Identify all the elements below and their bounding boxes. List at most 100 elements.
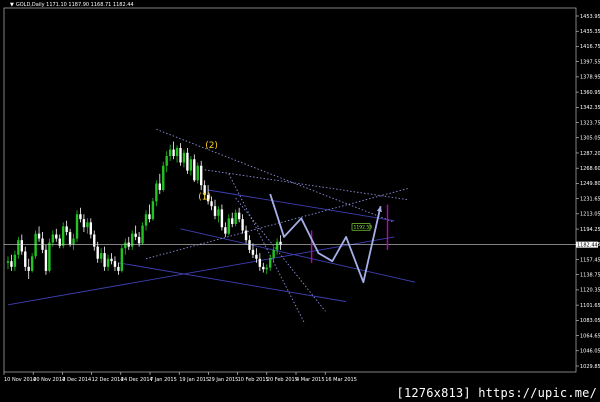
x-tick-label: 12 Dec 2014 [92, 377, 124, 383]
trendline [180, 228, 416, 283]
marker-tag-text: 1192.53 [354, 225, 373, 231]
bear-candle [193, 159, 196, 181]
bear-candle [79, 214, 82, 220]
bear-candle [224, 227, 227, 234]
y-tick-label: 1435.35 [580, 29, 600, 35]
bear-candle [10, 261, 13, 267]
y-tick-label: 1046.05 [580, 349, 600, 355]
price-chart[interactable]: 1453.95 1435.35 1416.75 1397.55 1378.95 1360.… [0, 0, 600, 402]
y-tick-label: 1342.35 [580, 105, 600, 111]
bull-candle [272, 249, 275, 258]
y-tick-label: 1231.65 [580, 196, 600, 202]
x-tick-label: 20 Nov 2014 [33, 377, 65, 383]
y-tick-label: 1194.25 [580, 227, 600, 233]
bear-candle [134, 233, 137, 237]
x-tick-label: 10 Nov 2014 [4, 377, 36, 383]
bull-candle [168, 149, 172, 157]
bear-candle [37, 233, 41, 239]
bull-candle [155, 183, 158, 202]
bull-candle [51, 234, 55, 243]
bull-candle [217, 209, 220, 216]
bull-candle [17, 240, 20, 255]
bear-candle [89, 222, 92, 235]
bull-candle [6, 261, 10, 263]
bull-candle [62, 226, 65, 246]
bull-candle [86, 222, 89, 228]
x-tick-label: 7 Jan 2015 [150, 377, 177, 383]
bear-candle [172, 149, 175, 157]
bear-candle [41, 238, 44, 250]
y-tick-label: 1453.95 [580, 14, 600, 20]
bear-candle [27, 266, 30, 271]
wave-label: (1) [198, 193, 211, 203]
plot-frame [3, 7, 577, 373]
bull-candle [189, 159, 193, 171]
y-tick-label: 1138.75 [580, 272, 600, 278]
collapse-arrow-icon[interactable]: ▼ [10, 2, 14, 8]
bear-candle [248, 240, 251, 250]
y-tick-label: 1213.05 [580, 212, 600, 218]
image-watermark: [1276x813] https://upic.me/ [396, 386, 597, 400]
bull-candle [30, 256, 34, 271]
bull-candle [182, 152, 186, 163]
y-tick-label: 1029.85 [580, 364, 600, 370]
y-tick-label: 1416.75 [580, 44, 600, 50]
bear-candle [158, 183, 161, 190]
y-tick-label: 1397.55 [580, 59, 600, 65]
x-tick-label: 2 Dec 2014 [62, 377, 91, 383]
projection-path [269, 193, 382, 284]
y-tick-label: 1249.80 [580, 181, 600, 187]
bear-candle [213, 206, 217, 216]
bull-candle [162, 165, 165, 190]
bear-candle [241, 219, 244, 231]
wave-label: (2) [205, 141, 218, 151]
bear-candle [148, 214, 151, 220]
y-tick-label: 1268.60 [580, 166, 600, 172]
dotted-trendline [204, 169, 409, 201]
bull-candle [165, 156, 168, 166]
bull-candle [151, 201, 155, 220]
bear-candle [117, 266, 120, 271]
bull-candle [99, 253, 103, 259]
chart-window[interactable]: 1453.95 1435.35 1416.75 1397.55 1378.95 1360.… [0, 0, 600, 402]
bear-candle [55, 234, 58, 239]
x-tick-label: 16 Mar 2015 [325, 377, 357, 383]
bear-candle [237, 212, 241, 220]
bull-candle [34, 233, 37, 257]
bull-candle [141, 225, 144, 244]
bull-candle [72, 238, 75, 245]
y-tick-label: 1305.05 [580, 136, 600, 142]
symbol-ohlc-text: GOLD,Daily 1171.10 1187.90 1168.71 1182.… [15, 2, 134, 8]
bear-candle [96, 246, 99, 259]
bear-candle [110, 258, 113, 262]
bear-candle [179, 147, 182, 163]
bull-candle [75, 214, 79, 239]
x-tick-label: 20 Feb 2015 [267, 377, 298, 383]
bull-candle [234, 212, 237, 224]
bull-candle [48, 242, 51, 271]
trendline [7, 236, 395, 306]
y-tick-label: 1157.45 [580, 257, 600, 263]
bear-candle [244, 230, 248, 241]
bull-candle [175, 147, 179, 157]
bull-candle [144, 214, 148, 226]
bear-candle [82, 219, 86, 228]
bear-candle [20, 240, 23, 252]
bear-candle [186, 152, 189, 171]
y-tick-label: 1323.75 [580, 120, 600, 126]
bear-candle [137, 236, 141, 244]
y-tick-label: 1064.65 [580, 333, 600, 339]
bear-candle [200, 165, 203, 186]
x-tick-label: 4 Mar 2015 [296, 377, 325, 383]
bear-candle [113, 261, 117, 267]
current-price-tag: 1182.44 [577, 242, 598, 248]
y-tick-label: 1360.95 [580, 90, 600, 96]
symbol-header: ▼ GOLD,Daily 1171.10 1187.90 1168.71 1182… [10, 2, 134, 8]
y-tick-label: 1287.20 [580, 151, 600, 157]
bull-candle [124, 242, 127, 249]
y-tick-label: 1378.95 [580, 75, 600, 81]
bull-candle [275, 241, 279, 250]
bull-candle [196, 165, 199, 181]
y-tick-label: 1120.35 [580, 288, 600, 294]
bear-candle [220, 209, 224, 228]
